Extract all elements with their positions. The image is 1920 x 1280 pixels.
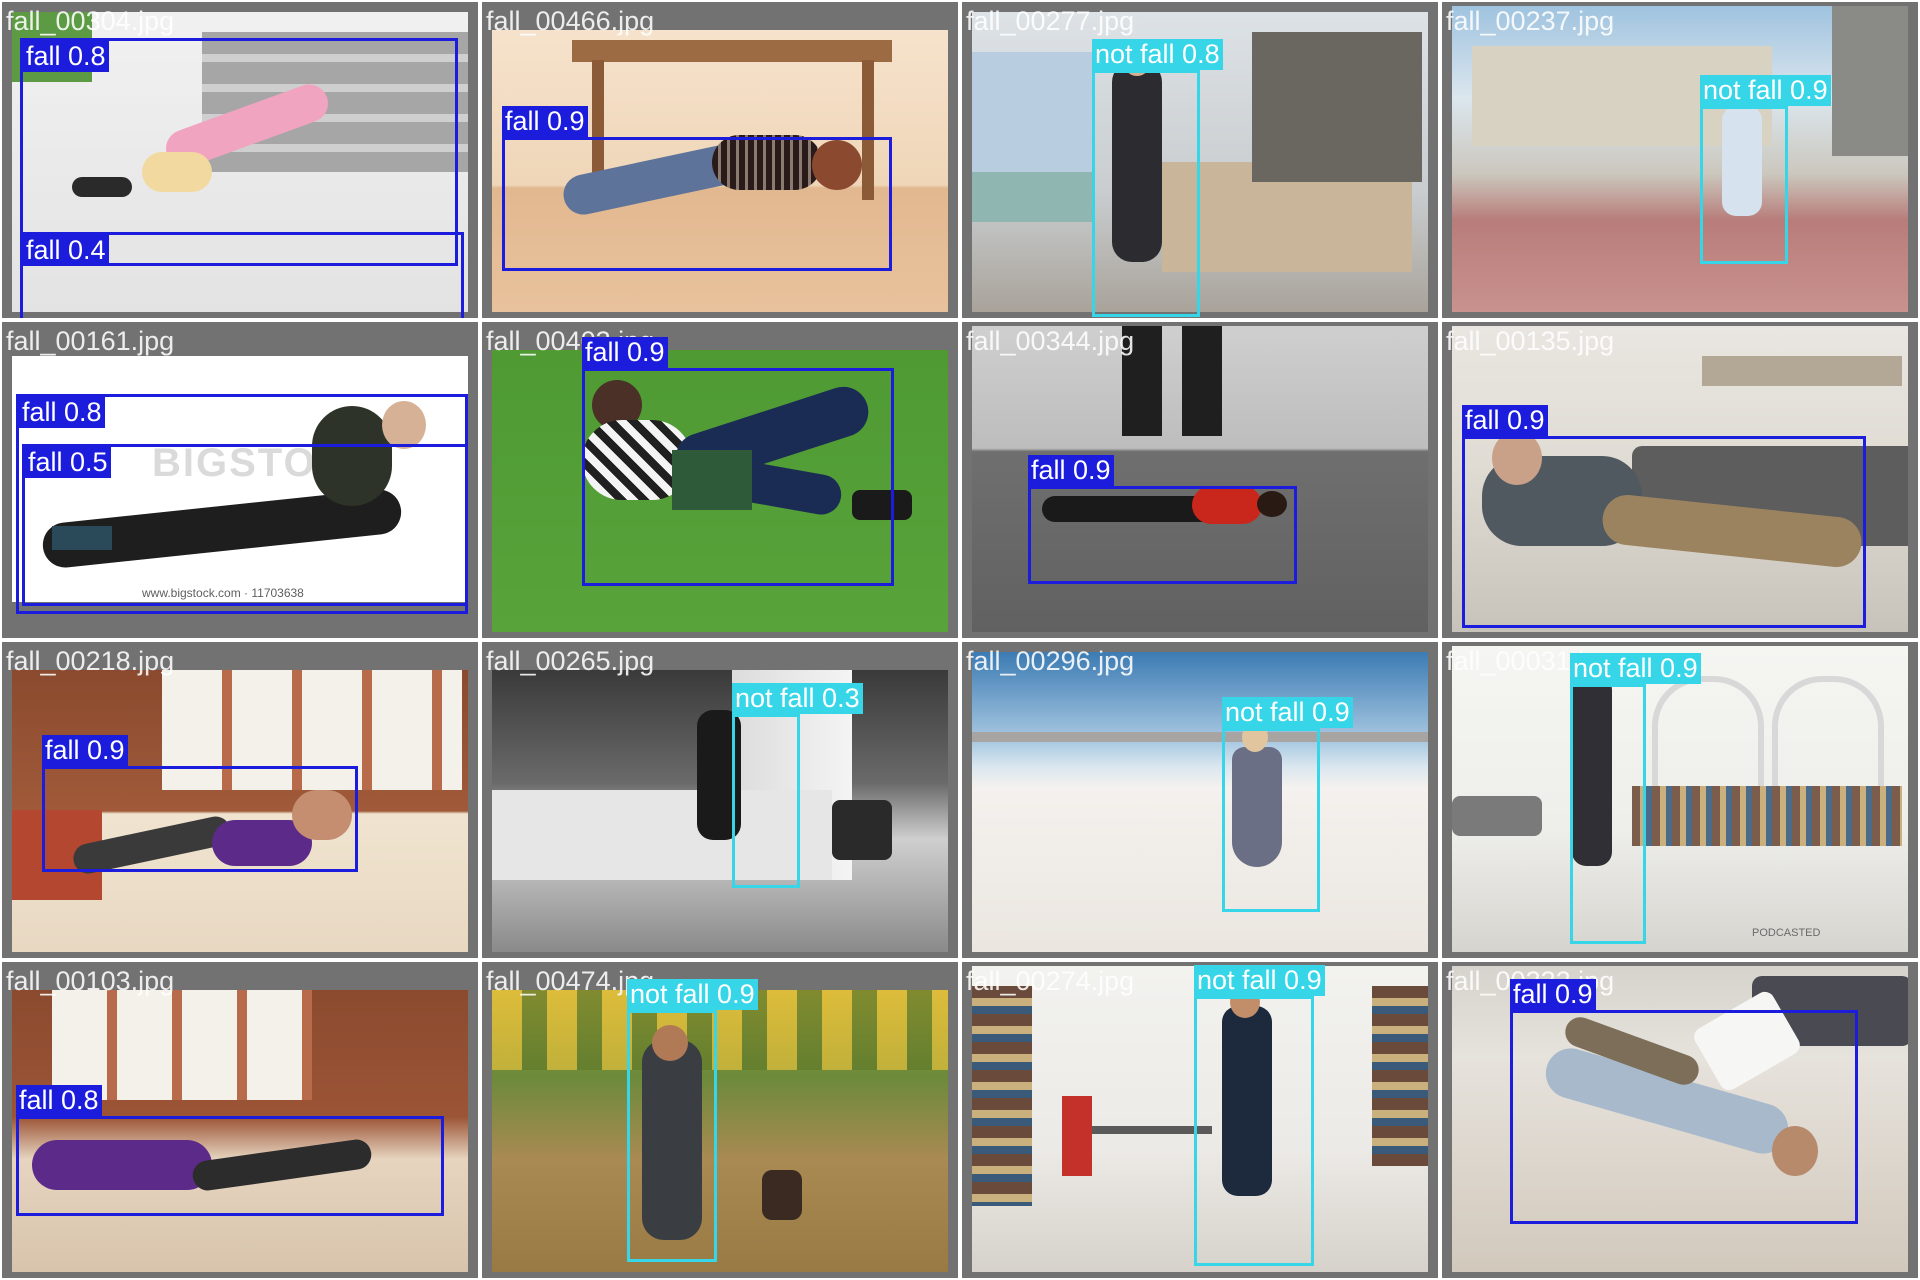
image-filename: fall_00161.jpg (6, 326, 175, 356)
result-tile: fall_00474.jpg not fall 0.9 (482, 962, 958, 1278)
result-tile: fall_00274.jpg not fall 0.9 (962, 962, 1438, 1278)
detection-box: fall 0.8 (16, 1085, 444, 1216)
result-tile: fall_00218.jpg fall 0.9 (2, 642, 478, 958)
image-filename: fall_00277.jpg (966, 6, 1135, 36)
detection-label: fall 0.8 (19, 397, 105, 428)
detection-box: not fall 0.9 (1570, 653, 1701, 944)
result-tile: fall_00304.jpg fall 0.8 fall 0.4 (2, 2, 478, 318)
image-filename: fall_00265.jpg (486, 646, 655, 676)
detection-box: not fall 0.9 (1222, 697, 1353, 912)
result-tile: fall_00277.jpg not fall 0.8 (962, 2, 1438, 318)
result-tile: fall_00237.jpg not fall 0.9 (1442, 2, 1918, 318)
detection-box: not fall 0.9 (1194, 965, 1325, 1266)
detection-label: not fall 0.9 (627, 979, 758, 1010)
detection-box: fall 0.4 (20, 232, 464, 318)
image-filename: fall_00344.jpg (966, 326, 1135, 356)
image-filename: fall_00218.jpg (6, 646, 175, 676)
detection-label: fall 0.9 (1028, 455, 1114, 486)
result-tile: fall_00332.jpg fall 0.9 (1442, 962, 1918, 1278)
result-tile: fall_00403.jpg fall 0.9 (482, 322, 958, 638)
detection-label: fall 0.8 (23, 41, 109, 72)
detection-label: fall 0.9 (1510, 979, 1596, 1010)
photo (492, 670, 948, 952)
photo (972, 652, 1428, 952)
result-tile: fall_00135.jpg fall 0.9 (1442, 322, 1918, 638)
detection-label: not fall 0.9 (1570, 653, 1701, 684)
detection-box: fall 0.9 (502, 106, 892, 271)
result-tile: fall_00031.jpg PODCASTED not fall 0.9 (1442, 642, 1918, 958)
detection-label: fall 0.8 (16, 1085, 102, 1116)
result-tile: fall_00265.jpg not fall 0.3 (482, 642, 958, 958)
image-filename: fall_00296.jpg (966, 646, 1135, 676)
image-filename: fall_00466.jpg (486, 6, 655, 36)
detection-box: not fall 0.3 (732, 683, 863, 888)
detection-label: not fall 0.9 (1700, 75, 1831, 106)
detection-box: not fall 0.8 (1092, 39, 1223, 317)
detection-label: not fall 0.9 (1194, 965, 1325, 996)
detection-label: not fall 0.8 (1092, 39, 1223, 70)
photo (492, 990, 948, 1272)
detection-label: fall 0.9 (42, 735, 128, 766)
photo (1452, 6, 1908, 312)
detection-results-grid: fall_00304.jpg fall 0.8 fall 0.4 fall_00… (0, 0, 1920, 1280)
detection-box: fall 0.9 (1028, 455, 1297, 584)
image-filename: fall_00237.jpg (1446, 6, 1615, 36)
detection-label: not fall 0.9 (1222, 697, 1353, 728)
photo (1452, 646, 1908, 952)
detection-box: not fall 0.9 (1700, 75, 1831, 264)
result-tile: fall_00466.jpg fall 0.9 (482, 2, 958, 318)
image-filename: fall_00103.jpg (6, 966, 175, 996)
image-filename: fall_00304.jpg (6, 6, 175, 36)
detection-box: fall 0.9 (42, 735, 358, 872)
detection-box: fall 0.9 (1462, 405, 1866, 628)
detection-box: fall 0.9 (582, 337, 894, 586)
detection-label: fall 0.9 (582, 337, 668, 368)
image-filename: fall_00274.jpg (966, 966, 1135, 996)
detection-label: fall 0.5 (25, 447, 111, 478)
result-tile: fall_00296.jpg not fall 0.9 (962, 642, 1438, 958)
result-tile: fall_00103.jpg fall 0.8 (2, 962, 478, 1278)
detection-label: fall 0.4 (23, 235, 109, 266)
detection-label: fall 0.9 (502, 106, 588, 137)
detection-label: fall 0.9 (1462, 405, 1548, 436)
detection-box: fall 0.9 (1510, 979, 1858, 1224)
detection-label: not fall 0.3 (732, 683, 863, 714)
detection-box: fall 0.5 (22, 444, 468, 606)
result-tile: fall_00344.jpg fall 0.9 (962, 322, 1438, 638)
image-filename: fall_00135.jpg (1446, 326, 1615, 356)
result-tile: BIGSTOCK www.bigstock.com · 11703638 fal… (2, 322, 478, 638)
detection-box: not fall 0.9 (627, 979, 758, 1262)
watermark: PODCASTED (1752, 927, 1821, 939)
